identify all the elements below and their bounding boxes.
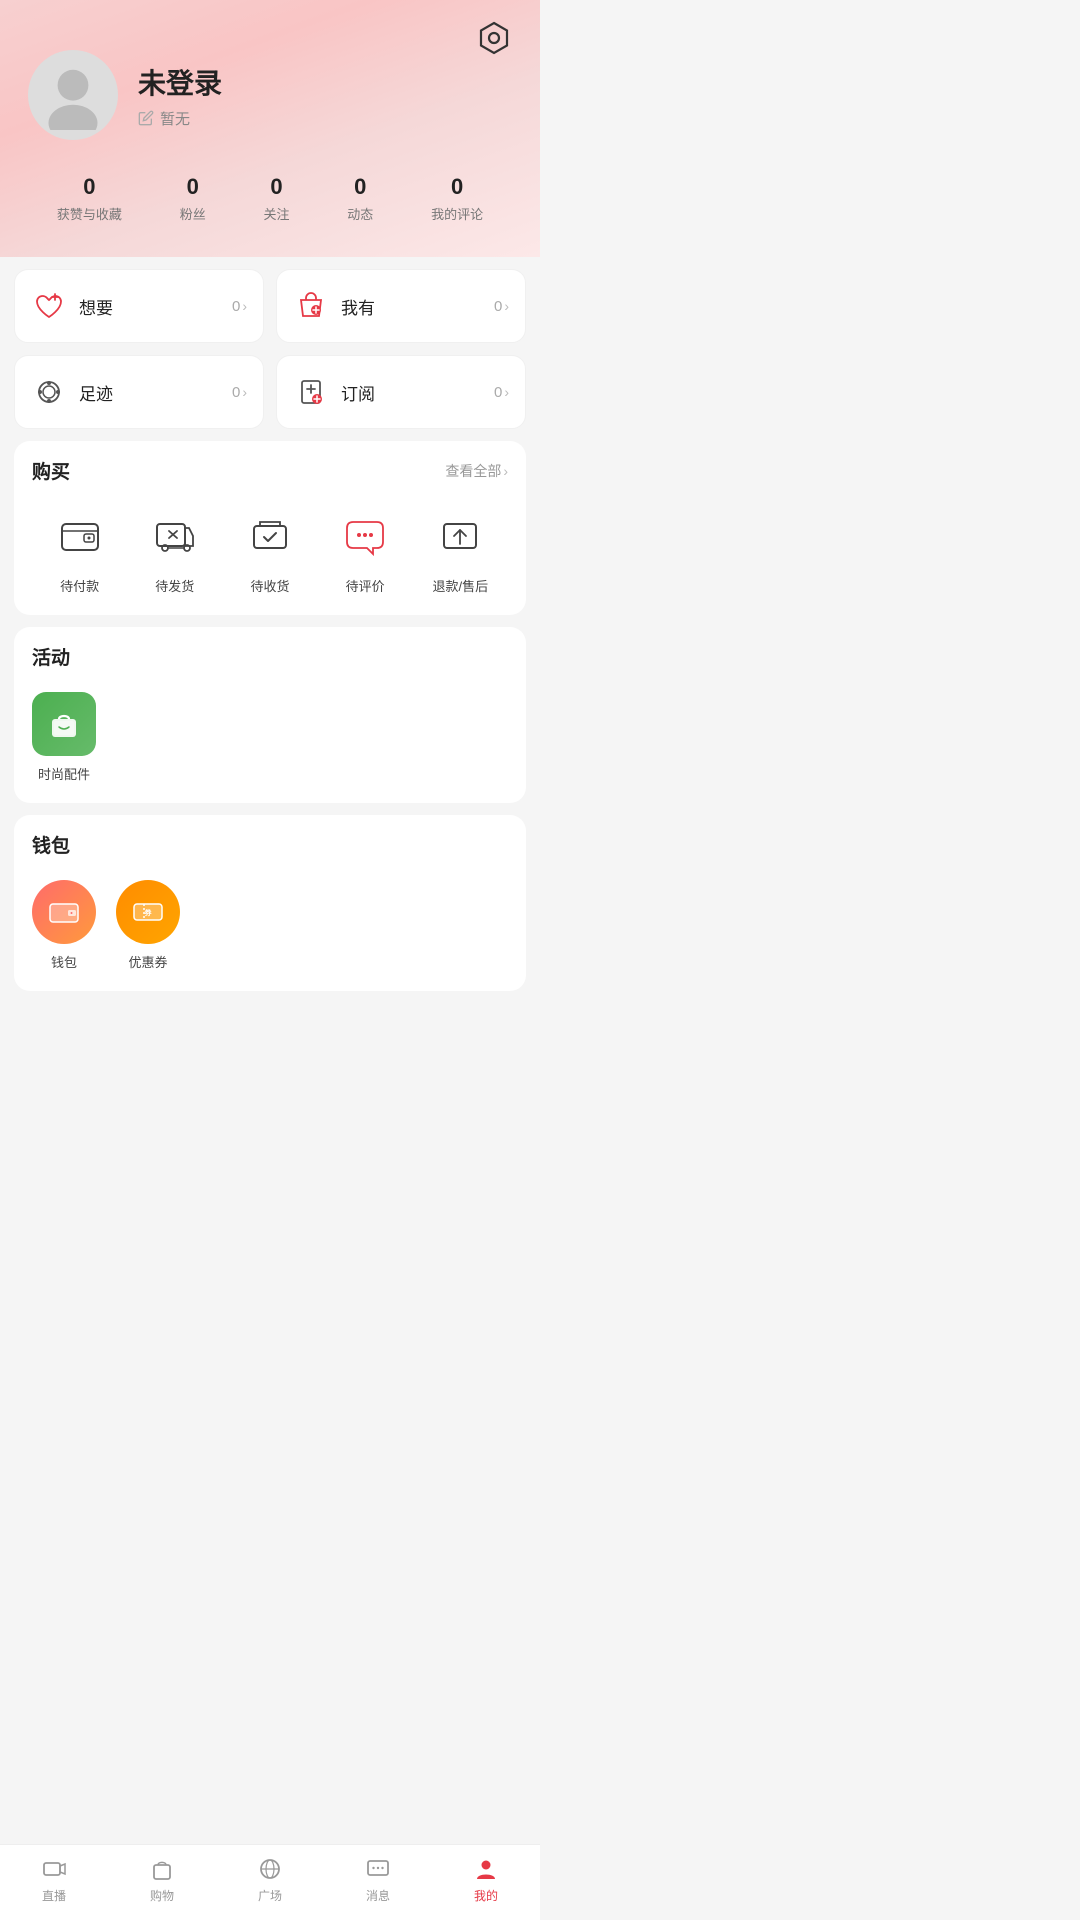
chevron-right-icon: ›	[503, 463, 508, 479]
nav-live-label: 直播	[42, 1887, 66, 1904]
coupon-icon: 券	[116, 880, 180, 944]
nav-message[interactable]: 消息	[364, 1855, 392, 1904]
username: 未登录	[138, 62, 512, 102]
pending-ship-label: 待发货	[155, 576, 194, 595]
svg-text:券: 券	[144, 908, 153, 917]
nav-message-label: 消息	[366, 1887, 390, 1904]
stat-likes[interactable]: 0 获赞与收藏	[57, 174, 122, 223]
activity-header: 活动	[32, 643, 508, 670]
purchase-pending-ship[interactable]: 待发货	[145, 506, 205, 595]
bookmark-plus-icon	[293, 374, 329, 410]
pending-pay-label: 待付款	[60, 576, 99, 595]
quick-item-want[interactable]: 想要 0 ›	[14, 269, 264, 343]
pending-receive-label: 待收货	[250, 576, 289, 595]
bio-text: 暂无	[160, 108, 190, 129]
footprint-label: 足迹	[79, 380, 220, 405]
wallet-header: 钱包	[32, 831, 508, 858]
stat-likes-label: 获赞与收藏	[57, 204, 122, 223]
heart-plus-icon	[31, 288, 67, 324]
profile-header: 未登录 暂无 0 获赞与收藏 0 粉丝 0 关注 0 动态	[0, 0, 540, 257]
profile-row[interactable]: 未登录 暂无	[28, 50, 512, 140]
quick-item-have[interactable]: 我有 0 ›	[276, 269, 526, 343]
activity-fashion[interactable]: 时尚配件	[32, 692, 96, 783]
nav-plaza[interactable]: 广场	[256, 1855, 284, 1904]
settings-icon[interactable]	[476, 20, 512, 56]
activity-items-row: 时尚配件	[32, 688, 508, 787]
view-all-purchase[interactable]: 查看全部 ›	[445, 461, 508, 481]
shop-icon	[148, 1855, 176, 1883]
quick-item-subscribe[interactable]: 订阅 0 ›	[276, 355, 526, 429]
fashion-icon	[32, 692, 96, 756]
purchase-pending-pay[interactable]: 待付款	[50, 506, 110, 595]
stat-likes-count: 0	[83, 174, 95, 200]
purchase-pending-receive[interactable]: 待收货	[240, 506, 300, 595]
quick-actions-section: 想要 0 › 我有 0 ›	[14, 269, 526, 429]
avatar[interactable]	[28, 50, 118, 140]
want-count: 0 ›	[232, 298, 247, 315]
receive-icon	[240, 506, 300, 566]
want-label: 想要	[79, 294, 220, 319]
footprint-icon	[31, 374, 67, 410]
bottom-nav: 直播 购物 广场 消息	[0, 1844, 540, 1920]
stat-fans-label: 粉丝	[180, 204, 206, 223]
stat-fans[interactable]: 0 粉丝	[180, 174, 206, 223]
wallet-main[interactable]: 钱包	[32, 880, 96, 971]
wallet-purchase-icon	[50, 506, 110, 566]
delivery-icon	[145, 506, 205, 566]
stat-fans-count: 0	[187, 174, 199, 200]
coupon-label: 优惠券	[128, 952, 167, 971]
nav-shop[interactable]: 购物	[148, 1855, 176, 1904]
stat-following-count: 0	[270, 174, 282, 200]
wallet-items-row: 钱包 券 优惠券	[32, 876, 508, 975]
stat-moments-count: 0	[354, 174, 366, 200]
view-all-label: 查看全部	[445, 461, 501, 481]
wallet-main-label: 钱包	[51, 952, 77, 971]
refund-icon	[430, 506, 490, 566]
edit-icon	[138, 110, 154, 126]
purchase-refund[interactable]: 退款/售后	[430, 506, 490, 595]
wallet-title: 钱包	[32, 831, 70, 858]
quick-item-footprint[interactable]: 足迹 0 ›	[14, 355, 264, 429]
stat-moments[interactable]: 0 动态	[347, 174, 373, 223]
purchase-section: 购买 查看全部 › 待付款	[14, 441, 526, 615]
have-count: 0 ›	[494, 298, 509, 315]
stat-reviews-label: 我的评论	[431, 204, 483, 223]
stat-following[interactable]: 0 关注	[263, 174, 289, 223]
review-icon	[335, 506, 395, 566]
purchase-header: 购买 查看全部 ›	[32, 457, 508, 484]
activity-title: 活动	[32, 643, 70, 670]
nav-shop-label: 购物	[150, 1887, 174, 1904]
purchase-pending-review[interactable]: 待评价	[335, 506, 395, 595]
plaza-icon	[256, 1855, 284, 1883]
nav-plaza-label: 广场	[258, 1887, 282, 1904]
wallet-section: 钱包 钱包 券	[14, 815, 526, 991]
have-label: 我有	[341, 294, 482, 319]
bag-icon	[293, 288, 329, 324]
nav-profile-label: 我的	[474, 1887, 498, 1904]
subscribe-count: 0 ›	[494, 384, 509, 401]
subscribe-label: 订阅	[341, 380, 482, 405]
stat-reviews-count: 0	[451, 174, 463, 200]
refund-label: 退款/售后	[433, 576, 489, 595]
stats-row: 0 获赞与收藏 0 粉丝 0 关注 0 动态 0 我的评论	[28, 164, 512, 227]
stat-following-label: 关注	[263, 204, 289, 223]
stat-reviews[interactable]: 0 我的评论	[431, 174, 483, 223]
message-icon	[364, 1855, 392, 1883]
bio-row: 暂无	[138, 108, 512, 129]
nav-profile[interactable]: 我的	[472, 1855, 500, 1904]
profile-info: 未登录 暂无	[138, 62, 512, 129]
profile-nav-icon	[472, 1855, 500, 1883]
wallet-main-icon	[32, 880, 96, 944]
coupon[interactable]: 券 优惠券	[116, 880, 180, 971]
live-icon	[40, 1855, 68, 1883]
purchase-title: 购买	[32, 457, 70, 484]
nav-live[interactable]: 直播	[40, 1855, 68, 1904]
fashion-label: 时尚配件	[38, 764, 90, 783]
activity-section: 活动 时尚配件	[14, 627, 526, 803]
purchase-icons-row: 待付款 待发货	[32, 502, 508, 599]
footprint-count: 0 ›	[232, 384, 247, 401]
pending-review-label: 待评价	[346, 576, 385, 595]
stat-moments-label: 动态	[347, 204, 373, 223]
